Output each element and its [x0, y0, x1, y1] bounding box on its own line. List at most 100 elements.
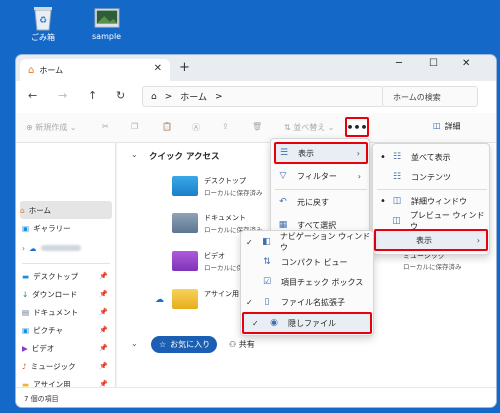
menu-item-show[interactable]: 表示 › — [374, 229, 488, 251]
menu-item-navigation-pane[interactable]: ✓ ◧ ナビゲーション ウィンドウ — [246, 231, 371, 253]
minimize-button[interactable]: ─ — [396, 58, 402, 69]
breadcrumb-separator: > — [164, 91, 173, 102]
compact-view-icon: ⇅ — [263, 257, 271, 267]
menu-item-content[interactable]: ☷ コンテンツ — [379, 166, 487, 188]
maximize-button[interactable]: ☐ — [429, 58, 438, 69]
share-icon[interactable]: ⇪ — [222, 122, 229, 131]
breadcrumb-home[interactable]: ホーム — [180, 90, 207, 103]
chevron-right-icon: › — [357, 171, 361, 181]
sidebar-item-label: ミュージック — [30, 361, 76, 371]
menu-item-hidden-files[interactable]: ✓ ◉ 隠しファイル — [242, 312, 372, 334]
desktop-folder-icon — [172, 176, 198, 196]
view-icon: ☰ — [279, 148, 289, 158]
cut-icon[interactable]: ✂ — [102, 122, 109, 131]
menu-item-label: 並べて表示 — [411, 152, 451, 162]
sidebar-item-label: ダウンロード — [32, 289, 78, 299]
copy-icon[interactable]: ❐ — [131, 122, 138, 131]
new-tab-button[interactable]: + — [179, 60, 190, 75]
delete-icon[interactable]: 🗑 — [252, 122, 262, 131]
recycle-bin-desktop-icon[interactable]: ♻ ごみ箱 — [30, 4, 56, 43]
menu-item-label: ファイル名拡張子 — [281, 297, 345, 307]
address-bar[interactable]: ⌂ > ホーム > — [142, 86, 384, 107]
menu-item-item-checkboxes[interactable]: ☑ 項目チェック ボックス — [247, 271, 371, 293]
breadcrumb-separator: > — [215, 91, 223, 102]
rename-icon[interactable]: Ⓐ — [192, 122, 200, 133]
sort-label: 並べ替え — [293, 123, 326, 132]
more-options-button[interactable]: ••• — [345, 117, 369, 137]
tab-home[interactable]: ⌂ ホーム ✕ — [20, 59, 170, 81]
sidebar-item-desktop[interactable]: ▬ デスクトップ 📌 — [22, 267, 110, 285]
picture-icon: ▣ — [22, 325, 30, 335]
sidebar-item-home[interactable]: ⌂ ホーム — [20, 201, 112, 219]
sidebar-item-documents[interactable]: ▤ ドキュメント 📌 — [22, 303, 110, 321]
recycle-bin-label: ごみ箱 — [31, 33, 55, 42]
sidebar-item-downloads[interactable]: ↓ ダウンロード 📌 — [22, 285, 110, 303]
chevron-down-icon[interactable]: ⌄ — [131, 339, 138, 348]
menu-item-view[interactable]: ☰ 表示 › — [274, 142, 368, 164]
sidebar-item-videos[interactable]: ▶ ビデオ 📌 — [22, 339, 110, 357]
menu-item-label: コンパクト ビュー — [281, 257, 348, 267]
chevron-right-icon: › — [22, 243, 25, 253]
checkbox-icon: ☑ — [262, 277, 272, 287]
item-count: 7 個の項目 — [24, 395, 59, 403]
sidebar-divider — [22, 263, 110, 264]
sidebar-item-onedrive[interactable]: › ☁ — [22, 239, 110, 257]
menu-item-details-pane[interactable]: • ◫ 詳細ウィンドウ — [379, 190, 487, 212]
content-view-icon: ☷ — [392, 172, 402, 182]
search-input[interactable]: ホームの検索 — [382, 86, 478, 107]
account-name-blurred — [40, 245, 81, 251]
details-button[interactable]: ◫ 詳細 — [433, 121, 461, 132]
sidebar-item-label: ギャラリー — [33, 223, 71, 233]
quick-access-item-assign[interactable]: アサイン用 — [172, 289, 239, 309]
details-pane-icon: ◫ — [392, 196, 402, 206]
pin-icon: 📌 — [99, 290, 108, 298]
status-bar: 7 個の項目 — [16, 387, 496, 407]
menu-item-list[interactable]: • ☷ 並べて表示 — [379, 146, 487, 168]
new-button[interactable]: ⊕ 新規作成 ⌄ — [26, 122, 77, 133]
gallery-icon: ▣ — [22, 223, 30, 233]
star-icon: ☆ — [159, 340, 167, 349]
checkmark-icon: ✓ — [246, 237, 253, 247]
up-button[interactable]: ↑ — [88, 89, 97, 102]
sidebar-item-gallery[interactable]: ▣ ギャラリー — [22, 219, 110, 237]
close-window-button[interactable]: ✕ — [462, 58, 470, 69]
sidebar-item-label: ピクチャ — [33, 325, 64, 335]
menu-item-label: 表示 — [416, 235, 432, 245]
folder-icon — [172, 289, 198, 309]
command-bar: ⊕ 新規作成 ⌄ ✂ ❐ 📋 Ⓐ ⇪ 🗑 ⇅ 並べ替え ⌄ ••• ◫ 詳細 — [16, 113, 496, 143]
sample-desktop-icon[interactable]: sample — [92, 4, 121, 41]
tab-close-icon[interactable]: ✕ — [154, 63, 162, 74]
cloud-icon: ☁ — [29, 243, 37, 253]
home-icon: ⌂ — [20, 205, 25, 215]
sort-button[interactable]: ⇅ 並べ替え ⌄ — [284, 122, 335, 133]
menu-item-file-extensions[interactable]: ✓ ▯ ファイル名拡張子 — [246, 291, 371, 313]
sidebar-item-label: ドキュメント — [33, 307, 79, 317]
chevron-down-icon[interactable]: ⌄ — [131, 150, 138, 159]
sample-label: sample — [92, 32, 122, 41]
refresh-button[interactable]: ↻ — [116, 89, 125, 102]
title-bar: ⌂ ホーム ✕ + ─ ☐ ✕ — [16, 55, 496, 81]
pin-icon: 📌 — [99, 308, 108, 316]
sidebar-item-label: デスクトップ — [33, 271, 79, 281]
view-submenu: • ☷ 並べて表示 ☷ コンテンツ • ◫ 詳細ウィンドウ ◫ プレビュー ウィ… — [372, 143, 490, 255]
quick-access-item-desktop[interactable]: デスクトップ ローカルに保存済み — [172, 176, 263, 197]
chevron-right-icon: › — [356, 148, 360, 158]
sidebar-item-pictures[interactable]: ▣ ピクチャ 📌 — [22, 321, 110, 339]
back-button[interactable]: ← — [28, 89, 37, 102]
chevron-right-icon: › — [476, 235, 480, 245]
item-name: デスクトップ — [204, 177, 246, 185]
menu-item-filter[interactable]: ▽ フィルター › — [275, 165, 367, 187]
menu-item-label: 詳細ウィンドウ — [411, 196, 467, 206]
sidebar-item-music[interactable]: ♪ ミュージック 📌 — [22, 357, 110, 375]
shared-tab[interactable]: ⚇ 共有 — [229, 339, 255, 350]
menu-item-label: 項目チェック ボックス — [281, 277, 364, 287]
menu-item-compact-view[interactable]: ⇅ コンパクト ビュー — [247, 251, 371, 273]
quick-access-heading: クイック アクセス — [149, 152, 220, 162]
paste-icon[interactable]: 📋 — [162, 122, 172, 131]
sidebar-item-label: ホーム — [28, 205, 52, 215]
favorites-tab[interactable]: ☆ お気に入り — [151, 336, 217, 353]
menu-divider — [275, 189, 367, 190]
navigation-pane-icon: ◧ — [262, 237, 271, 247]
forward-button[interactable]: → — [58, 89, 67, 102]
menu-item-undo[interactable]: ↶ 元に戻す — [275, 191, 367, 213]
